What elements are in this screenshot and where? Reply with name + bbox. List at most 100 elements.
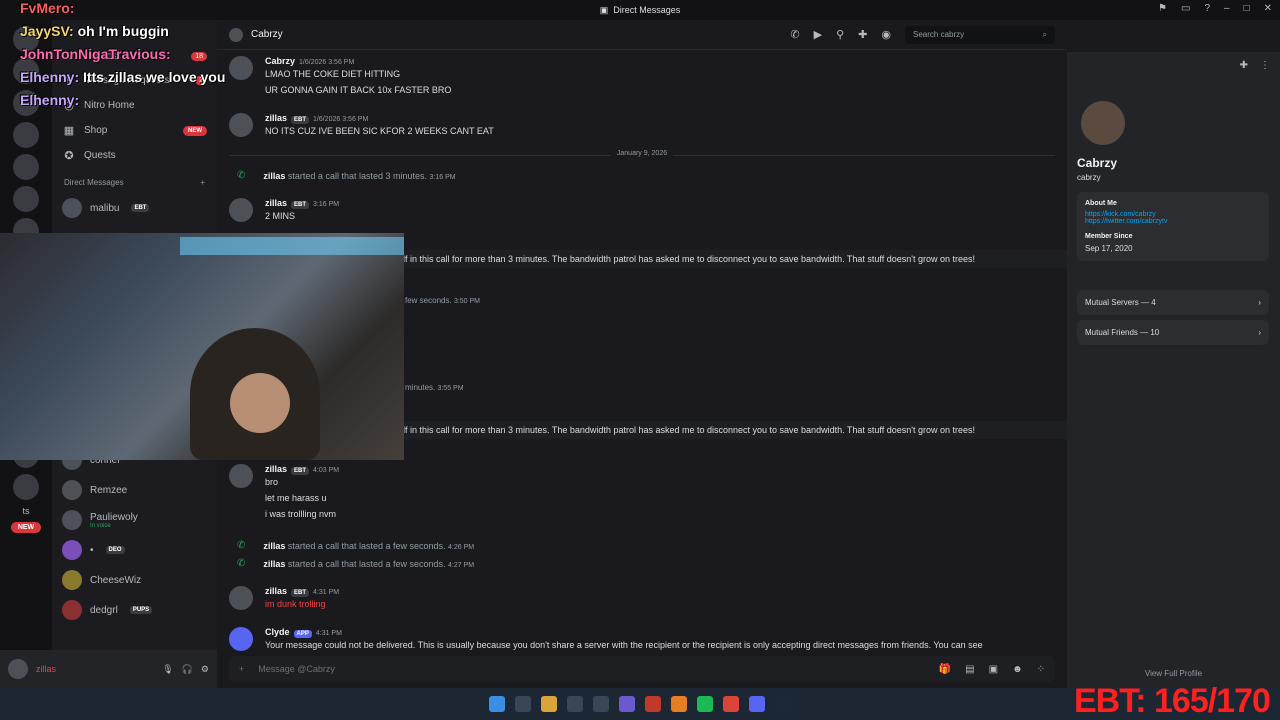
steam-icon[interactable] bbox=[775, 696, 791, 712]
chrome-icon[interactable] bbox=[723, 696, 739, 712]
user-tag: EBT bbox=[291, 467, 310, 475]
list-item[interactable]: CheeseWiz bbox=[52, 565, 217, 595]
avatar[interactable] bbox=[229, 198, 253, 222]
message-text: bro bbox=[265, 477, 279, 487]
gif-icon[interactable]: ▤ bbox=[965, 664, 974, 675]
profile-avatar[interactable] bbox=[1077, 97, 1129, 149]
shop-icon: ▦ bbox=[63, 125, 75, 137]
sidebar-item-quests[interactable]: ✪ Quests bbox=[52, 143, 217, 168]
channel-title: Cabrzy bbox=[251, 29, 283, 40]
server-icon[interactable] bbox=[13, 186, 39, 212]
view-full-profile[interactable]: View Full Profile bbox=[1067, 669, 1280, 678]
about-card: About Me https://kick.com/cabrzy https:/… bbox=[1077, 192, 1269, 261]
gear-icon[interactable]: ⚙ bbox=[201, 664, 209, 675]
avatar bbox=[62, 510, 82, 530]
timestamp: 4:31 PM bbox=[315, 630, 342, 637]
author[interactable]: Clyde bbox=[265, 627, 290, 637]
message-input[interactable]: Message @Cabrzy bbox=[258, 664, 335, 674]
apps-icon[interactable]: ⁘ bbox=[1037, 664, 1045, 675]
headphones-icon[interactable]: 🎧 bbox=[182, 664, 193, 675]
mutual-friends[interactable]: Mutual Friends — 10 › bbox=[1077, 320, 1269, 345]
app-icon[interactable] bbox=[619, 696, 635, 712]
app-icon[interactable] bbox=[515, 696, 531, 712]
call-event-fragment: few seconds. 3:50 PM bbox=[405, 296, 481, 305]
led-lights bbox=[180, 237, 404, 255]
sidebar-item-shop[interactable]: ▦ Shop NEW bbox=[52, 118, 217, 143]
server-icon[interactable] bbox=[13, 122, 39, 148]
server-ts[interactable]: ts bbox=[0, 506, 52, 516]
call-icon[interactable]: ✆ bbox=[790, 28, 799, 41]
add-friend-icon[interactable]: ✚ bbox=[858, 28, 867, 41]
mic-icon[interactable]: 🎙 bbox=[162, 664, 173, 675]
chat-line: JohnTonNigaTravious: bbox=[20, 46, 171, 62]
message-text: NO ITS CUZ IVE BEEN SIC KFOR 2 WEEKS CAN… bbox=[265, 126, 494, 136]
list-item[interactable]: dedgrl PUPS bbox=[52, 595, 217, 625]
server-icon[interactable] bbox=[13, 474, 39, 500]
avatar[interactable] bbox=[8, 659, 28, 679]
avatar bbox=[62, 540, 82, 560]
search-input[interactable]: Search cabrzy ⌕ bbox=[905, 25, 1055, 44]
message-text: i was trollling nvm bbox=[265, 509, 337, 519]
author[interactable]: zillas bbox=[265, 198, 287, 208]
phone-icon: ✆ bbox=[237, 540, 246, 551]
pin-icon[interactable]: ⚲ bbox=[836, 28, 844, 41]
folder-icon[interactable] bbox=[541, 696, 557, 712]
timestamp: 3:16 PM bbox=[313, 201, 340, 208]
plus-icon[interactable]: + bbox=[239, 664, 244, 674]
close-icon[interactable]: ✕ bbox=[1264, 3, 1272, 14]
avatar bbox=[62, 480, 82, 500]
message-text: LMAO THE COKE DIET HITTING bbox=[265, 69, 401, 79]
call-event-fragment: minutes. 3:55 PM bbox=[405, 383, 464, 392]
add-friend-icon[interactable]: ✚ bbox=[1240, 60, 1248, 71]
profile-link[interactable]: https://kick.com/cabrzy bbox=[1085, 211, 1261, 218]
avatar[interactable] bbox=[229, 56, 253, 80]
profile-link[interactable]: https://twitter.com/cabrzytv bbox=[1085, 218, 1261, 225]
app-icon[interactable] bbox=[645, 696, 661, 712]
list-item[interactable]: Remzee bbox=[52, 475, 217, 505]
server-icon[interactable] bbox=[13, 154, 39, 180]
voice-status: In voice bbox=[90, 522, 111, 529]
list-item[interactable]: malibu EBT bbox=[52, 193, 217, 223]
more-icon[interactable]: ⋮ bbox=[1260, 60, 1270, 71]
avatar[interactable] bbox=[229, 586, 253, 610]
add-dm-icon[interactable]: + bbox=[200, 178, 205, 187]
spotify-icon[interactable] bbox=[697, 696, 713, 712]
app-icon[interactable] bbox=[593, 696, 609, 712]
inbox-icon[interactable]: ⚑ bbox=[1158, 3, 1167, 14]
avatar[interactable] bbox=[229, 113, 253, 137]
chat-line: Elhenny: bbox=[20, 92, 80, 108]
shop-new-badge: NEW bbox=[183, 125, 207, 136]
help-icon[interactable]: ? bbox=[1204, 3, 1210, 14]
app-icon[interactable] bbox=[567, 696, 583, 712]
avatar[interactable] bbox=[229, 464, 253, 488]
gift-icon[interactable]: 🎁 bbox=[939, 664, 951, 675]
list-item[interactable]: Pauliewoly In voice bbox=[52, 505, 217, 535]
author[interactable]: zillas bbox=[265, 464, 287, 474]
message-text: Your message could not be delivered. Thi… bbox=[265, 640, 983, 650]
list-item[interactable]: • DEO bbox=[52, 535, 217, 565]
author[interactable]: zillas bbox=[265, 586, 287, 596]
clyde-avatar[interactable] bbox=[229, 627, 253, 651]
window-title: Direct Messages bbox=[613, 5, 681, 15]
start-icon[interactable] bbox=[489, 696, 505, 712]
timestamp: 4:31 PM bbox=[313, 589, 340, 596]
emoji-icon[interactable]: ☻ bbox=[1012, 664, 1023, 675]
about-title: About Me bbox=[1085, 200, 1117, 207]
screen-icon[interactable]: ▭ bbox=[1181, 3, 1190, 14]
date-divider: January 9, 2026 bbox=[229, 150, 1055, 157]
video-icon[interactable]: ▶ bbox=[814, 28, 822, 41]
message: zillas EBT 3:16 PM 2 MINS bbox=[229, 198, 339, 224]
author[interactable]: zillas bbox=[265, 113, 287, 123]
chat-line: FvMero: bbox=[20, 0, 75, 16]
avatar bbox=[229, 27, 243, 42]
message-composer[interactable]: + Message @Cabrzy 🎁 ▤ ▣ ☻ ⁘ bbox=[229, 656, 1055, 682]
author[interactable]: Cabrzy bbox=[265, 56, 295, 66]
app-icon[interactable] bbox=[671, 696, 687, 712]
profile-icon[interactable]: ◉ bbox=[881, 28, 891, 41]
discord-icon[interactable] bbox=[749, 696, 765, 712]
minimize-icon[interactable]: – bbox=[1224, 3, 1230, 14]
sticker-icon[interactable]: ▣ bbox=[989, 664, 998, 675]
new-badge[interactable]: NEW bbox=[11, 522, 41, 533]
mutual-servers[interactable]: Mutual Servers — 4 › bbox=[1077, 290, 1269, 315]
maximize-icon[interactable]: □ bbox=[1244, 3, 1250, 14]
